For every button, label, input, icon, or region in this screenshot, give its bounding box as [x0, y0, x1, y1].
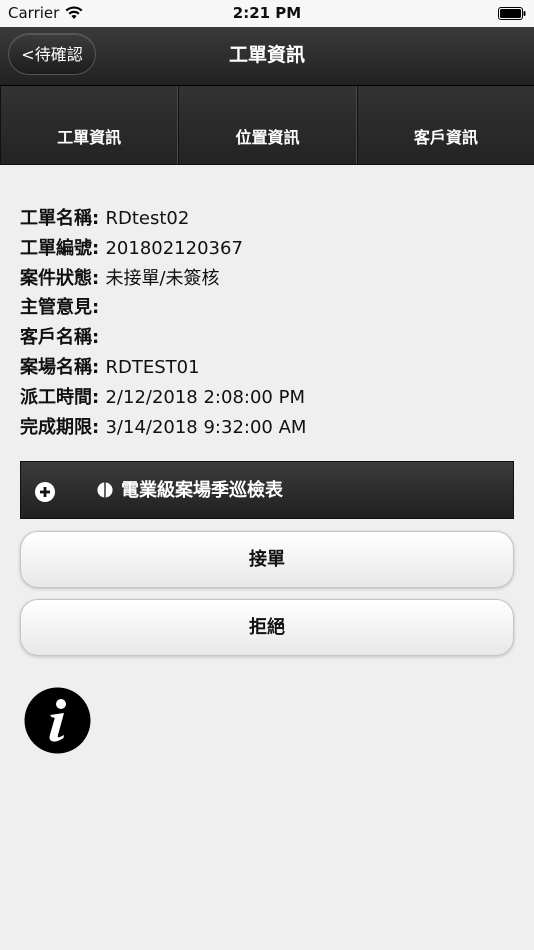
detail-row-dispatch-time: 派工時間: 2/12/2018 2:08:00 PM [20, 383, 306, 413]
detail-label: 案件狀態: [20, 267, 106, 289]
detail-label: 工單名稱: [20, 208, 106, 229]
info-icon[interactable] [24, 687, 91, 754]
checklist-collapsible[interactable]: 電業級案場季巡檢表 [20, 461, 514, 519]
detail-label: 客戶名稱: [20, 327, 100, 349]
accept-button[interactable]: 接單 [20, 531, 514, 588]
tab-work-order-info[interactable]: 工單資訊 [0, 86, 179, 164]
detail-label: 案場名稱: [20, 356, 106, 378]
battery-icon [498, 7, 526, 20]
status-bar: Carrier 2:21 PM [0, 0, 534, 27]
detail-row-supervisor-comment: 主管意見: [20, 293, 306, 323]
navigation-bar: <待確認 工單資訊 [0, 27, 534, 86]
detail-value: 201802120367 [105, 237, 243, 259]
detail-row-site-name: 案場名稱: RDTEST01 [20, 353, 306, 383]
detail-value: RDtest02 [105, 208, 190, 229]
detail-row-deadline: 完成期限: 3/14/2018 9:32:00 AM [20, 413, 306, 443]
detail-value: 未接單/未簽核 [105, 267, 220, 289]
work-order-details: 工單名稱: RDtest02 工單編號: 201802120367 案件狀態: … [20, 204, 306, 442]
detail-value: 2/12/2018 2:08:00 PM [105, 386, 305, 408]
plus-icon [35, 482, 55, 502]
status-time: 2:21 PM [232, 4, 302, 22]
checklist-label: 電業級案場季巡檢表 [121, 480, 283, 501]
tab-customer-info[interactable]: 客戶資訊 [356, 86, 534, 164]
detail-label: 完成期限: [20, 416, 106, 438]
detail-label: 派工時間: [20, 386, 106, 408]
detail-row-number: 工單編號: 201802120367 [20, 234, 306, 264]
detail-row-status: 案件狀態: 未接單/未簽核 [20, 264, 306, 294]
detail-label: 工單編號: [20, 237, 106, 259]
detail-row-customer-name: 客戶名稱: [20, 323, 306, 353]
detail-value: RDTEST01 [105, 356, 200, 378]
detail-label: 主管意見: [20, 297, 100, 319]
detail-value: 3/14/2018 9:32:00 AM [105, 416, 307, 438]
reject-button[interactable]: 拒絕 [20, 599, 514, 656]
detail-row-name: 工單名稱: RDtest02 [20, 204, 306, 234]
tab-bar: 工單資訊 位置資訊 客戶資訊 [0, 86, 534, 165]
half-circle-icon [97, 482, 113, 498]
back-button[interactable]: <待確認 [8, 33, 96, 75]
tab-location-info[interactable]: 位置資訊 [178, 86, 357, 164]
